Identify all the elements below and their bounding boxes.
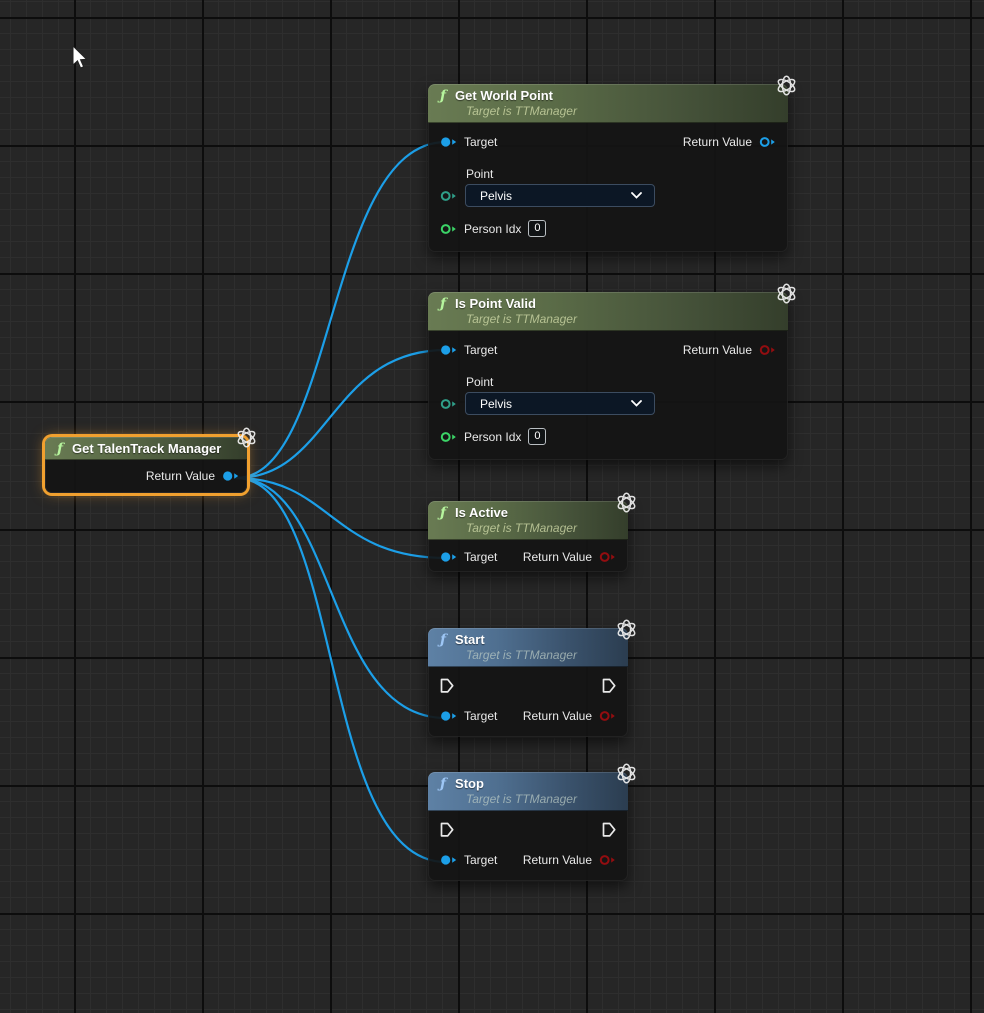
return-value-pin[interactable]	[599, 854, 616, 866]
node-get-world-point[interactable]: ƒ Get World Point Target is TTManager Ta…	[428, 84, 788, 252]
return-value-pin-label: Return Value	[523, 853, 592, 867]
atom-badge-icon	[776, 75, 797, 96]
point-dropdown-value: Pelvis	[480, 397, 512, 411]
point-pin[interactable]	[440, 398, 457, 410]
point-pin-label: Point	[466, 167, 788, 181]
exec-in-pin[interactable]	[440, 822, 454, 838]
return-value-pin-label: Return Value	[683, 343, 752, 357]
point-pin[interactable]	[440, 190, 457, 202]
wire-manager-to-is-active	[236, 478, 446, 558]
person-idx-pin[interactable]	[440, 223, 457, 235]
target-pin-label: Target	[464, 343, 497, 357]
atom-badge-icon	[616, 492, 637, 513]
target-pin-label: Target	[464, 135, 497, 149]
target-pin[interactable]	[440, 854, 457, 866]
function-icon: ƒ	[440, 777, 446, 791]
node-subtitle: Target is TTManager	[466, 104, 778, 118]
function-icon: ƒ	[440, 633, 446, 647]
person-idx-input[interactable]: 0	[528, 428, 546, 445]
return-value-pin[interactable]	[222, 470, 239, 482]
blueprint-graph-canvas[interactable]: ƒ Get World Point Target is TTManager Ta…	[0, 0, 984, 1013]
function-icon: ƒ	[57, 442, 63, 456]
return-value-pin[interactable]	[599, 551, 616, 563]
node-header[interactable]: ƒ Is Point Valid Target is TTManager	[428, 292, 788, 331]
node-is-active[interactable]: ƒ Is Active Target is TTManager Target R…	[428, 501, 628, 572]
mouse-cursor	[71, 45, 91, 71]
node-subtitle: Target is TTManager	[466, 792, 618, 806]
node-is-point-valid[interactable]: ƒ Is Point Valid Target is TTManager Tar…	[428, 292, 788, 460]
return-value-pin-label: Return Value	[683, 135, 752, 149]
atom-badge-icon	[776, 283, 797, 304]
node-subtitle: Target is TTManager	[466, 312, 778, 326]
wire-manager-to-get-world-point	[236, 142, 446, 478]
point-dropdown[interactable]: Pelvis	[465, 392, 655, 415]
node-title: Get TalenTrack Manager	[72, 441, 221, 456]
target-pin[interactable]	[440, 551, 457, 563]
node-header[interactable]: ƒ Is Active Target is TTManager	[428, 501, 628, 540]
target-pin-label: Target	[464, 853, 497, 867]
point-dropdown-value: Pelvis	[480, 189, 512, 203]
node-stop[interactable]: ƒ Stop Target is TTManager Target Return…	[428, 772, 628, 881]
target-pin[interactable]	[440, 136, 457, 148]
point-pin-label: Point	[466, 375, 788, 389]
person-idx-pin-label: Person Idx	[464, 222, 521, 236]
return-value-pin[interactable]	[599, 710, 616, 722]
wire-manager-to-is-point-valid	[236, 350, 446, 478]
person-idx-input[interactable]: 0	[528, 220, 546, 237]
exec-in-pin[interactable]	[440, 678, 454, 694]
target-pin[interactable]	[440, 710, 457, 722]
target-pin[interactable]	[440, 344, 457, 356]
return-value-pin-label: Return Value	[523, 709, 592, 723]
point-dropdown[interactable]: Pelvis	[465, 184, 655, 207]
function-icon: ƒ	[440, 506, 446, 520]
wire-manager-to-stop	[236, 478, 446, 862]
chevron-down-icon	[631, 192, 642, 199]
node-header[interactable]: ƒ Start Target is TTManager	[428, 628, 628, 667]
atom-badge-icon	[616, 763, 637, 784]
exec-out-pin[interactable]	[602, 822, 616, 838]
node-start[interactable]: ƒ Start Target is TTManager Target Retur…	[428, 628, 628, 737]
function-icon: ƒ	[440, 89, 446, 103]
exec-out-pin[interactable]	[602, 678, 616, 694]
return-value-pin[interactable]	[759, 136, 776, 148]
node-title: Is Active	[455, 505, 508, 520]
person-idx-pin-label: Person Idx	[464, 430, 521, 444]
node-header[interactable]: ƒ Stop Target is TTManager	[428, 772, 628, 811]
return-value-pin-label: Return Value	[146, 469, 215, 483]
node-title: Stop	[455, 776, 484, 791]
node-header[interactable]: ƒ Get World Point Target is TTManager	[428, 84, 788, 123]
return-value-pin-label: Return Value	[523, 550, 592, 564]
node-subtitle: Target is TTManager	[466, 648, 618, 662]
node-header[interactable]: ƒ Get TalenTrack Manager	[45, 437, 247, 460]
node-title: Start	[455, 632, 485, 647]
node-subtitle: Target is TTManager	[466, 521, 618, 535]
return-value-pin[interactable]	[759, 344, 776, 356]
node-title: Get World Point	[455, 88, 553, 103]
atom-badge-icon	[616, 619, 637, 640]
target-pin-label: Target	[464, 709, 497, 723]
node-get-talentrack-manager[interactable]: ƒ Get TalenTrack Manager Return Value	[45, 437, 247, 493]
node-title: Is Point Valid	[455, 296, 536, 311]
chevron-down-icon	[631, 400, 642, 407]
function-icon: ƒ	[440, 297, 446, 311]
atom-badge-icon	[236, 427, 257, 448]
person-idx-pin[interactable]	[440, 431, 457, 443]
wire-manager-to-start	[236, 478, 446, 718]
target-pin-label: Target	[464, 550, 497, 564]
